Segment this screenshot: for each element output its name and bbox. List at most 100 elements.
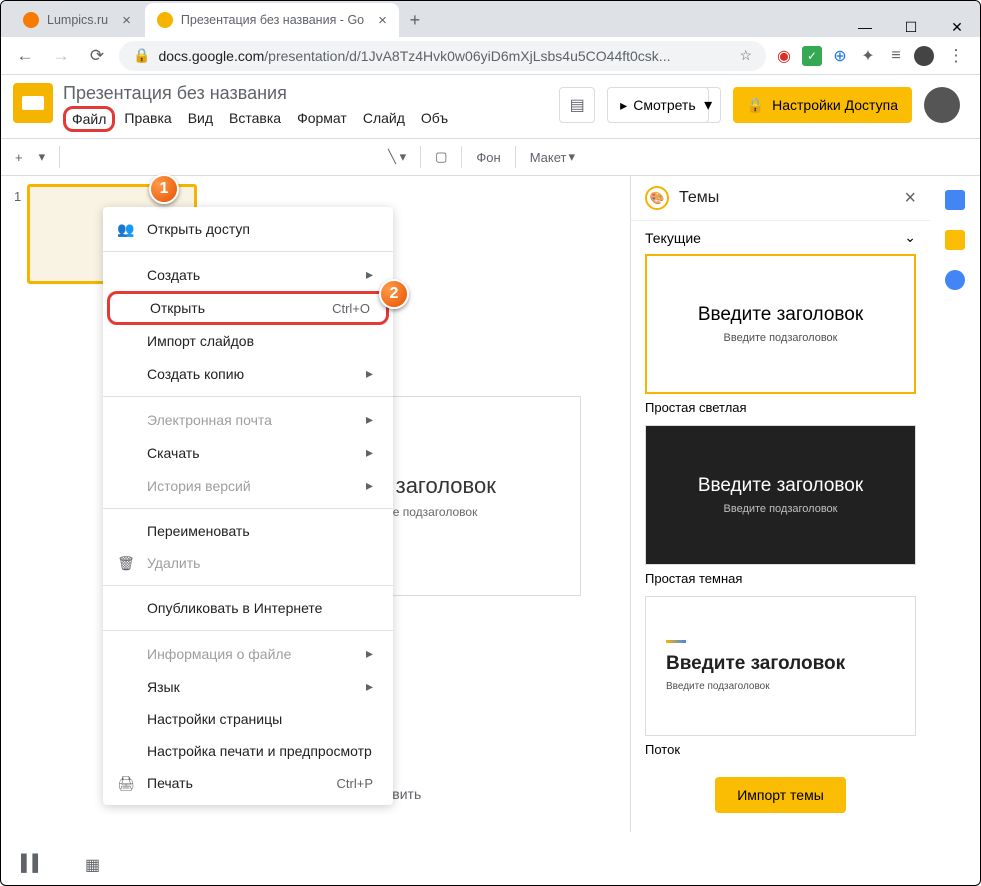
profile-avatar-icon[interactable] xyxy=(914,46,934,66)
menu-file[interactable]: Файл xyxy=(63,106,115,132)
shortcut-label: Ctrl+P xyxy=(337,776,373,791)
grid-view-icon[interactable]: ▦ xyxy=(85,855,109,873)
textbox-tool[interactable]: ▢ xyxy=(429,145,453,169)
document-title[interactable]: Презентация без названия xyxy=(63,83,455,104)
theme-label: Простая светлая xyxy=(645,400,916,415)
menu-item[interactable]: Скачать ▸ xyxy=(103,436,393,469)
menu-icon: 🖨 xyxy=(117,775,135,792)
menu-item[interactable]: Язык▸ xyxy=(103,670,393,703)
line-tool[interactable]: ╲ ▾ xyxy=(382,145,412,169)
favicon-icon xyxy=(157,12,173,28)
side-panel xyxy=(930,176,980,832)
chevron-down-icon: ⌄ xyxy=(904,229,916,246)
menu-item[interactable]: Импорт слайдов xyxy=(103,325,393,357)
theme-card-light[interactable]: Введите заголовок Введите подзаголовок xyxy=(645,254,916,394)
shortcut-label: Ctrl+O xyxy=(332,301,370,316)
menu-item[interactable]: Настройка печати и предпросмотр xyxy=(103,735,393,767)
menu-item[interactable]: 🖨ПечатьCtrl+P xyxy=(103,767,393,799)
close-panel-button[interactable]: × xyxy=(904,187,916,210)
present-dropdown[interactable]: ▾ xyxy=(697,87,721,123)
close-icon[interactable]: × xyxy=(378,12,387,29)
new-tab-button[interactable]: + xyxy=(401,6,429,34)
forward-button[interactable]: → xyxy=(47,42,75,70)
reload-button[interactable]: ⟳ xyxy=(83,42,111,70)
menu-item-label: Создать xyxy=(147,267,200,283)
theme-label: Поток xyxy=(645,742,916,757)
menu-item[interactable]: Создать копию ▸ xyxy=(103,357,393,390)
url-input[interactable]: 🔒 docs.google.com/presentation/d/1JvA8Tz… xyxy=(119,41,766,71)
chevron-down-icon[interactable]: ▾ xyxy=(33,145,52,169)
tab-presentation[interactable]: Презентация без названия - Go × xyxy=(145,3,399,37)
layout-button[interactable]: Макет ▾ xyxy=(524,145,581,169)
palette-icon: 🎨 xyxy=(645,186,669,210)
tab-title: Презентация без названия - Go xyxy=(181,13,364,27)
ext-globe-icon[interactable]: ⊕ xyxy=(830,46,850,66)
browser-tabs-bar: Lumpics.ru × Презентация без названия - … xyxy=(1,1,980,37)
menu-item-label: Скачать xyxy=(147,445,200,461)
menu-edit[interactable]: Правка xyxy=(117,106,178,132)
menu-object[interactable]: Объ xyxy=(414,106,455,132)
menu-item[interactable]: Создать ▸ xyxy=(103,258,393,291)
lock-icon: 🔒 xyxy=(747,97,764,114)
menu-item-label: Открыть xyxy=(150,300,205,316)
maximize-button[interactable]: ☐ xyxy=(888,11,934,43)
menu-item[interactable]: Открыть Ctrl+O xyxy=(107,291,389,325)
ext-shield-icon[interactable]: ◉ xyxy=(774,46,794,66)
chrome-menu-button[interactable]: ⋮ xyxy=(942,42,970,70)
slides-logo-icon[interactable] xyxy=(13,83,53,123)
menu-item-label: Удалить xyxy=(147,555,200,571)
ext-check-icon[interactable]: ✓ xyxy=(802,46,822,66)
themes-panel: 🎨 Темы × Текущие ⌄ Введите заголовок Вве… xyxy=(630,176,930,832)
minimize-button[interactable]: — xyxy=(842,11,888,43)
menu-item[interactable]: Переименовать xyxy=(103,515,393,547)
keep-icon[interactable] xyxy=(945,230,965,250)
filmstrip-view-icon[interactable]: ▌▌ xyxy=(21,855,45,873)
menu-format[interactable]: Формат xyxy=(290,106,354,132)
address-bar: ← → ⟳ 🔒 docs.google.com/presentation/d/1… xyxy=(1,37,980,75)
ext-puzzle-icon[interactable]: ✦ xyxy=(858,46,878,66)
star-icon[interactable]: ☆ xyxy=(739,47,752,64)
window-controls: — ☐ ✕ xyxy=(842,11,980,43)
close-icon[interactable]: × xyxy=(122,12,131,29)
menu-item-label: Информация о файле xyxy=(147,646,291,662)
menu-insert[interactable]: Вставка xyxy=(222,106,288,132)
menu-item: Электронная почта▸ xyxy=(103,403,393,436)
submenu-arrow-icon: ▸ xyxy=(366,645,373,662)
menu-item-label: Создать копию xyxy=(147,366,244,382)
submenu-arrow-icon: ▸ xyxy=(366,266,373,283)
present-button[interactable]: ▸ Смотреть xyxy=(607,87,708,123)
back-button[interactable]: ← xyxy=(11,42,39,70)
submenu-arrow-icon: ▸ xyxy=(366,444,373,461)
callout-badge-2: 2 xyxy=(379,279,409,309)
tab-lumpics[interactable]: Lumpics.ru × xyxy=(11,3,143,37)
new-slide-button[interactable]: + xyxy=(9,146,29,169)
theme-card-stream[interactable]: Введите заголовок Введите подзаголовок xyxy=(645,596,916,736)
menu-icon: 🗑 xyxy=(117,555,135,572)
url-domain: docs.google.com xyxy=(158,48,264,64)
menu-item[interactable]: Настройки страницы xyxy=(103,703,393,735)
menubar: Файл Правка Вид Вставка Формат Слайд Объ xyxy=(63,106,455,132)
submenu-arrow-icon: ▸ xyxy=(366,365,373,382)
menu-item[interactable]: 👥Открыть доступ xyxy=(103,213,393,245)
import-theme-button[interactable]: Импорт темы xyxy=(715,777,846,813)
ext-list-icon[interactable]: ≡ xyxy=(886,46,906,66)
calendar-icon[interactable] xyxy=(945,190,965,210)
favicon-icon xyxy=(23,12,39,28)
share-button[interactable]: 🔒 Настройки Доступа xyxy=(733,87,912,123)
submenu-arrow-icon: ▸ xyxy=(366,678,373,695)
play-icon: ▸ xyxy=(620,97,627,114)
current-theme-row[interactable]: Текущие ⌄ xyxy=(631,221,930,254)
url-path: /presentation/d/1JvA8Tz4Hvk0w06yiD6mXjLs… xyxy=(264,48,670,64)
comments-button[interactable]: ▤ xyxy=(559,87,595,123)
app-header: Презентация без названия Файл Правка Вид… xyxy=(1,75,980,132)
background-button[interactable]: Фон xyxy=(470,146,506,169)
menu-item[interactable]: Опубликовать в Интернете xyxy=(103,592,393,624)
menu-item-label: Переименовать xyxy=(147,523,250,539)
menu-view[interactable]: Вид xyxy=(181,106,220,132)
theme-card-dark[interactable]: Введите заголовок Введите подзаголовок xyxy=(645,425,916,565)
lock-icon: 🔒 xyxy=(133,47,150,64)
tasks-icon[interactable] xyxy=(945,270,965,290)
menu-slide[interactable]: Слайд xyxy=(356,106,412,132)
account-avatar[interactable] xyxy=(924,87,960,123)
close-window-button[interactable]: ✕ xyxy=(934,11,980,43)
